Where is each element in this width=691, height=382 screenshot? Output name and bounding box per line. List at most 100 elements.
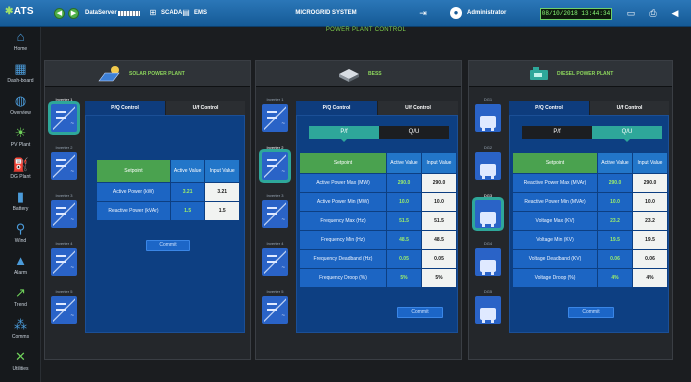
bess-commit-button[interactable]: Commit <box>397 307 443 318</box>
tab-pq-control[interactable]: P/Q Control <box>509 101 589 115</box>
input-field[interactable]: 10.0 <box>633 193 667 211</box>
datetime-display: 08/10/2018 13:44:34 <box>540 8 612 20</box>
bess-setpoint-table: Setpoint Active Value Input Value Active… <box>299 152 457 288</box>
input-value-header: Input Value <box>422 153 456 173</box>
generator-icon: ⛽ <box>12 157 29 172</box>
segment-pf[interactable]: P/f <box>522 126 592 139</box>
dashboard-icon: ▦ <box>14 61 27 76</box>
wind-icon: ⚲ <box>15 221 26 236</box>
table-row: Voltage Deadband (KV) 0.06 0.06 <box>513 250 667 268</box>
input-field[interactable]: 5% <box>422 269 456 287</box>
print-icon[interactable]: ⎙ <box>646 6 660 20</box>
input-field[interactable]: 3.21 <box>205 183 239 201</box>
generator-icon <box>475 296 501 324</box>
input-field[interactable]: 48.5 <box>422 231 456 249</box>
inverter-icon: ~ <box>262 152 288 180</box>
input-field[interactable]: 290.0 <box>422 174 456 192</box>
active-value-header: Active Value <box>170 160 205 182</box>
ats-logo: ✱ATS <box>5 6 34 17</box>
scada-icon[interactable]: ⊞ <box>147 7 159 19</box>
inverter-icon: ~ <box>262 200 288 228</box>
inverter-1-tile[interactable]: Inverter 1 ~ <box>49 97 79 139</box>
tab-uf-control[interactable]: U/f Control <box>378 101 458 115</box>
diesel-generator-icon <box>530 67 548 80</box>
user-avatar-icon[interactable]: ● <box>450 7 462 19</box>
segment-qu[interactable]: Q/U <box>592 126 662 142</box>
user-name[interactable]: Administrator <box>467 10 506 16</box>
input-field[interactable]: 4% <box>633 269 667 287</box>
sidebar-item-trend[interactable]: ↗ Trend <box>0 283 41 315</box>
trend-icon: ↗ <box>15 285 26 300</box>
segment-qu[interactable]: Q/U <box>379 126 449 139</box>
inverter-2-tile[interactable]: Inverter 2 ~ <box>260 145 290 187</box>
solar-panel-icon <box>98 66 120 82</box>
tab-pq-control[interactable]: P/Q Control <box>85 101 165 115</box>
inverter-3-tile[interactable]: Inverter 3 ~ <box>260 193 290 235</box>
input-field[interactable]: 0.05 <box>422 250 456 268</box>
logout-icon[interactable]: ⇥ <box>416 6 430 20</box>
sidebar-item-home[interactable]: ⌂ Home <box>0 27 41 59</box>
dataserver-label: DataServer <box>85 10 117 16</box>
generator-icon <box>475 248 501 276</box>
sidebar-item-utilities[interactable]: ✕ Utilities <box>0 347 41 379</box>
tab-uf-control[interactable]: U/f Control <box>590 101 669 115</box>
sidebar-item-alarm[interactable]: ▲ Alarm <box>0 251 41 283</box>
input-field[interactable]: 51.5 <box>422 212 456 230</box>
table-row: Frequency Max (Hz) 51.5 51.5 <box>300 212 456 230</box>
diesel-control-tabs: P/Q Control U/f Control <box>509 101 669 115</box>
table-row: Frequency Deadband (Hz) 0.05 0.05 <box>300 250 456 268</box>
sound-icon[interactable]: ◀ <box>668 6 682 20</box>
page-title: POWER PLANT CONTROL <box>325 27 407 33</box>
home-icon: ⌂ <box>16 29 25 44</box>
dg1-tile[interactable]: DG1 <box>473 97 503 139</box>
input-value-header: Input Value <box>205 160 239 182</box>
window-icon[interactable]: ▭ <box>624 6 638 20</box>
input-field[interactable]: 10.0 <box>422 193 456 211</box>
sidebar-item-wind[interactable]: ⚲ Wind <box>0 219 41 251</box>
inverter-icon: ~ <box>51 152 77 180</box>
tab-uf-control[interactable]: U/f Control <box>166 101 245 115</box>
generator-icon <box>475 200 501 228</box>
ems-button[interactable]: EMS <box>194 10 207 16</box>
input-field[interactable]: 0.06 <box>633 250 667 268</box>
dg3-tile[interactable]: DG3 <box>473 193 503 235</box>
sidebar-item-dg-plant[interactable]: ⛽ DG Plant <box>0 155 41 187</box>
inverter-5-tile[interactable]: Inverter 5 ~ <box>260 289 290 331</box>
segment-pf[interactable]: P/f <box>309 126 379 142</box>
bess-panel-header: BESS <box>256 61 461 87</box>
input-value-header: Input Value <box>633 153 667 173</box>
sidebar-item-dashboard[interactable]: ▦ Dash-board <box>0 59 41 91</box>
ems-icon[interactable]: ▤ <box>180 7 192 19</box>
sidebar-item-pv-plant[interactable]: ☀ PV Plant <box>0 123 41 155</box>
input-field[interactable]: 23.2 <box>633 212 667 230</box>
dg5-tile[interactable]: DG5 <box>473 289 503 331</box>
input-field[interactable]: 19.5 <box>633 231 667 249</box>
inverter-4-tile[interactable]: Inverter 4 ~ <box>49 241 79 283</box>
inverter-icon: ~ <box>262 104 288 132</box>
solar-setpoint-table: Setpoint Active Value Input Value Active… <box>96 159 240 221</box>
inverter-1-tile[interactable]: Inverter 1 ~ <box>260 97 290 139</box>
diesel-commit-button[interactable]: Commit <box>568 307 614 318</box>
inverter-2-tile[interactable]: Inverter 2 ~ <box>49 145 79 187</box>
inverter-5-tile[interactable]: Inverter 5 ~ <box>49 289 79 331</box>
sidebar-item-comms[interactable]: ⁂ Comms <box>0 315 41 347</box>
input-field[interactable]: 290.0 <box>633 174 667 192</box>
sidebar-item-overview[interactable]: ◍ Overview <box>0 91 41 123</box>
solar-commit-button[interactable]: Commit <box>146 240 190 251</box>
globe-icon: ◍ <box>14 93 27 108</box>
back-icon[interactable]: ◀ <box>54 8 65 19</box>
table-row: Voltage Min (KV) 19.5 19.5 <box>513 231 667 249</box>
tab-pq-control[interactable]: P/Q Control <box>296 101 377 115</box>
forward-icon[interactable]: ▶ <box>68 8 79 19</box>
solar-control-tabs: P/Q Control U/f Control <box>85 101 245 115</box>
inverter-4-tile[interactable]: Inverter 4 ~ <box>260 241 290 283</box>
setpoint-header: Setpoint <box>513 153 597 173</box>
inverter-3-tile[interactable]: Inverter 3 ~ <box>49 193 79 235</box>
dg4-tile[interactable]: DG4 <box>473 241 503 283</box>
solar-panel-title: SOLAR POWER PLANT <box>129 71 185 77</box>
dg2-tile[interactable]: DG2 <box>473 145 503 187</box>
sidebar-item-battery[interactable]: ▮ Battery <box>0 187 41 219</box>
sidebar: ⌂ Home ▦ Dash-board ◍ Overview ☀ PV Plant ⛽ D… <box>0 27 41 382</box>
input-field[interactable]: 1.5 <box>205 202 239 220</box>
generator-icon <box>475 104 501 132</box>
